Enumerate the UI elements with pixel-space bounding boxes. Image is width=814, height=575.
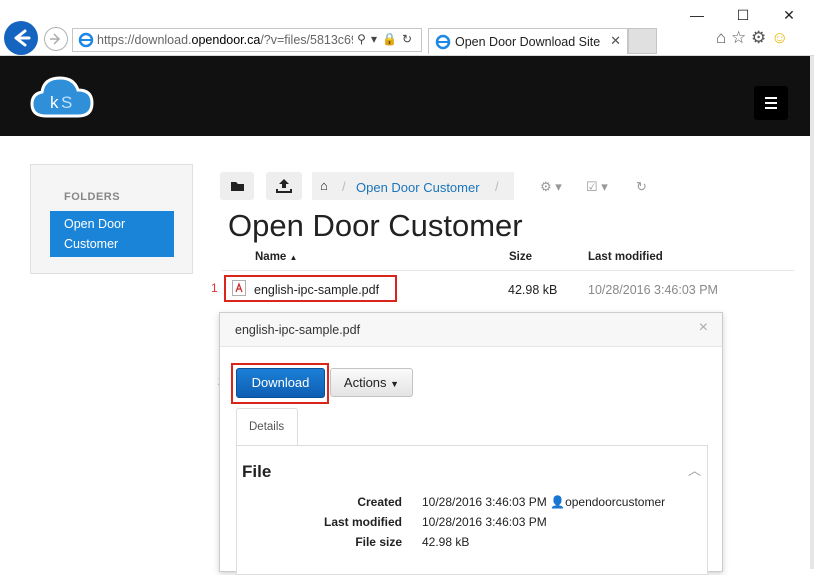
sidebar: FOLDERS Open Door Customer	[30, 164, 193, 274]
menu-line	[765, 102, 777, 104]
folder-button[interactable]	[220, 172, 254, 200]
lock-icon: 🔒	[381, 32, 402, 46]
close-window-icon[interactable]: ✕	[766, 4, 812, 26]
folders-heading: FOLDERS	[64, 191, 121, 203]
tab-details[interactable]: Details	[236, 408, 298, 446]
hamburger-menu-button[interactable]	[754, 86, 788, 120]
popover-title: english-ipc-sample.pdf	[235, 323, 361, 337]
column-name-label: Name	[255, 251, 287, 263]
pdf-glyph-icon	[235, 282, 243, 293]
ie-icon	[78, 32, 94, 48]
maximize-icon[interactable]: ☐	[720, 4, 766, 26]
home-icon[interactable]: ⌂	[716, 28, 726, 47]
dropdown-icon[interactable]: ▾	[371, 32, 382, 46]
url-rest: /?v=files/5813c69	[260, 33, 353, 47]
smiley-feedback-icon[interactable]: ☺	[771, 28, 788, 47]
back-button[interactable]	[4, 21, 38, 55]
step-marker-1: 1	[211, 281, 218, 295]
url-text: https://download.opendoor.ca/?v=files/58…	[97, 33, 353, 47]
url-domain: opendoor.ca	[191, 33, 261, 47]
created-owner: opendoorcustomer	[565, 495, 666, 509]
forward-arrow-icon	[50, 33, 61, 45]
breadcrumb-separator: /	[495, 179, 499, 194]
column-header-size[interactable]: Size	[509, 251, 532, 263]
svg-text:S: S	[61, 93, 72, 112]
tab-close-icon[interactable]: ✕	[610, 33, 621, 49]
search-icon[interactable]: ⚲	[357, 32, 371, 46]
user-icon: 👤	[550, 495, 566, 509]
close-icon[interactable]: ×	[699, 319, 708, 337]
address-icons: ⚲▾🔒↻	[357, 32, 417, 46]
browser-chrome: — ☐ ✕ https://download.opendoor.ca/?v=fi…	[0, 0, 814, 56]
page-title: Open Door Customer	[228, 208, 523, 243]
column-header-modified[interactable]: Last modified	[588, 251, 663, 263]
created-value: 10/28/2016 3:46:03 PM 👤opendoorcustomer	[422, 495, 665, 509]
sort-asc-icon: ▲	[289, 253, 298, 262]
menu-line	[765, 107, 777, 109]
file-name-link[interactable]: english-ipc-sample.pdf	[254, 283, 379, 297]
address-bar[interactable]: https://download.opendoor.ca/?v=files/58…	[72, 28, 422, 52]
settings-gear-icon[interactable]: ⚙	[751, 28, 766, 47]
file-size-cell: 42.98 kB	[508, 283, 558, 297]
upload-button[interactable]	[266, 172, 302, 200]
tab-ie-icon	[435, 34, 451, 50]
created-label: Created	[357, 495, 402, 509]
select-dropdown-icon[interactable]: ☑ ▾	[586, 179, 608, 195]
browser-tab[interactable]: Open Door Download Site ✕	[428, 28, 628, 54]
popover-header: english-ipc-sample.pdf ×	[220, 313, 722, 347]
tab-title: Open Door Download Site	[455, 35, 601, 49]
settings-dropdown-icon[interactable]: ⚙ ▾	[540, 179, 562, 195]
file-size-label: File size	[355, 535, 402, 549]
download-button[interactable]: Download	[236, 368, 325, 398]
breadcrumb-separator: /	[342, 179, 346, 194]
breadcrumb: ⌂ / Open Door Customer /	[312, 172, 514, 200]
refresh-icon[interactable]: ↻	[636, 179, 647, 195]
file-section-title: File	[242, 462, 272, 481]
upload-icon	[276, 179, 292, 193]
minimize-icon[interactable]: —	[674, 4, 720, 26]
file-popover: english-ipc-sample.pdf × Download Action…	[219, 312, 723, 575]
pdf-file-icon	[232, 280, 246, 296]
actions-dropdown-button[interactable]: Actions ▼	[330, 368, 413, 397]
actions-label: Actions	[343, 375, 387, 390]
table-divider	[222, 270, 794, 271]
cloud-logo-icon[interactable]: k S	[28, 70, 98, 122]
back-arrow-icon	[14, 29, 31, 47]
forward-button[interactable]	[44, 27, 68, 51]
folder-icon	[231, 182, 244, 191]
last-modified-value: 10/28/2016 3:46:03 PM	[422, 515, 547, 529]
new-tab-button[interactable]	[628, 28, 657, 54]
home-icon[interactable]: ⌂	[320, 178, 328, 193]
file-size-value: 42.98 kB	[422, 535, 470, 549]
svg-text:k: k	[50, 93, 59, 112]
file-modified-cell: 10/28/2016 3:46:03 PM	[588, 283, 718, 297]
browser-tools: ⌂ ☆ ⚙ ☺	[716, 28, 788, 48]
details-tab-label: Details	[249, 421, 285, 433]
favorites-star-icon[interactable]: ☆	[731, 28, 746, 47]
menu-line	[765, 97, 777, 99]
breadcrumb-link[interactable]: Open Door Customer	[356, 180, 480, 195]
column-header-name[interactable]: Name ▲	[255, 251, 297, 263]
app-header: k S	[0, 56, 810, 136]
created-date: 10/28/2016 3:46:03 PM	[422, 495, 547, 509]
sidebar-folder-item[interactable]: Open Door Customer	[50, 211, 174, 257]
chevron-up-icon[interactable]: ︿	[688, 460, 701, 479]
url-prefix: https://download.	[97, 33, 192, 47]
page-scrollbar[interactable]	[810, 56, 814, 569]
details-panel: File ︿ Created 10/28/2016 3:46:03 PM 👤op…	[236, 445, 708, 575]
caret-down-icon: ▼	[390, 379, 400, 389]
last-modified-label: Last modified	[323, 515, 402, 529]
refresh-icon[interactable]: ↻	[402, 32, 417, 46]
